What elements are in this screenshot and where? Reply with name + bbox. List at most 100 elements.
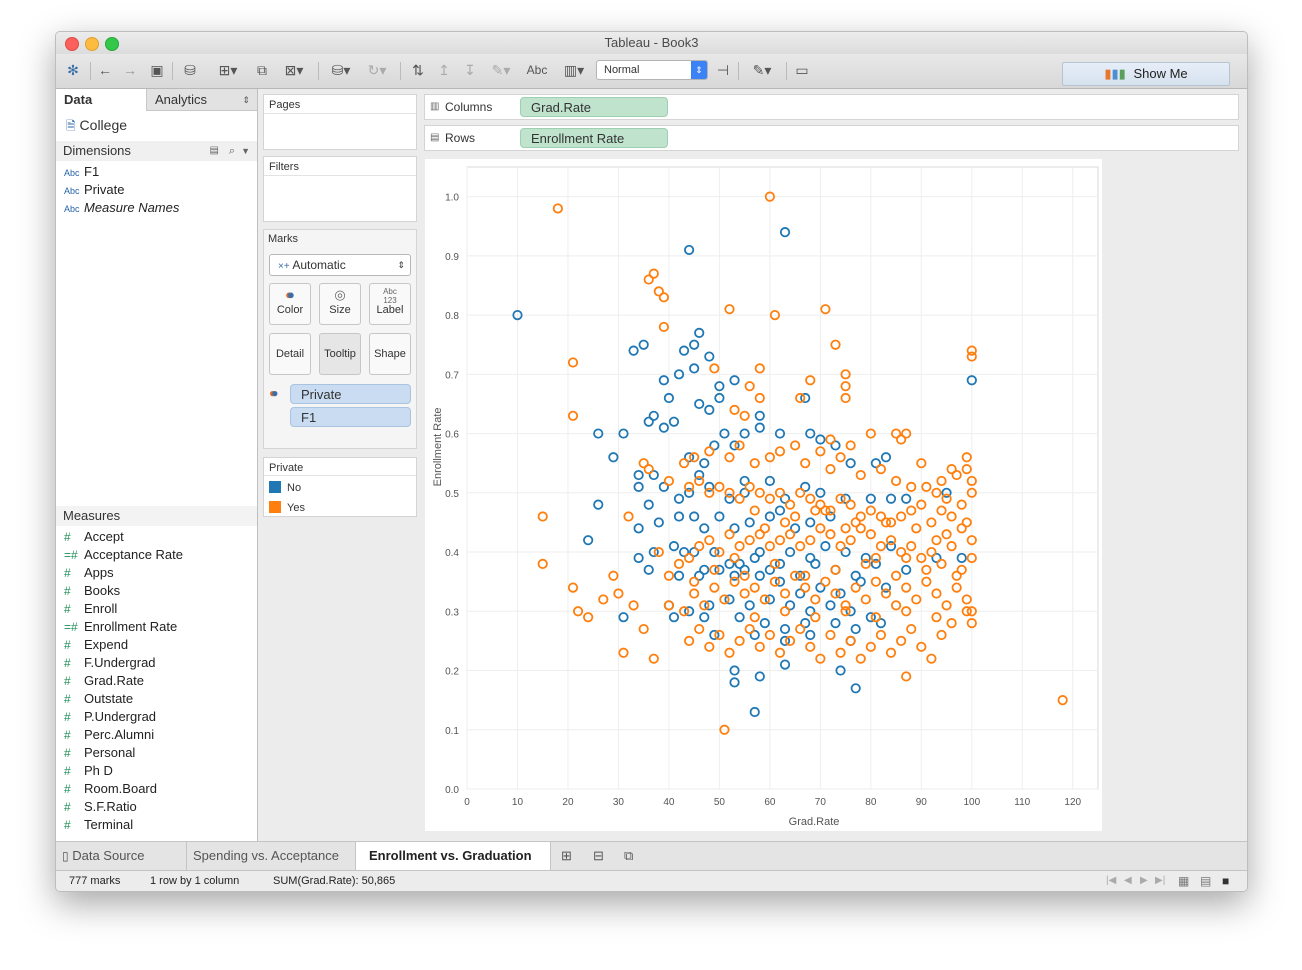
tabs-view-icon[interactable]: ■ xyxy=(1222,871,1229,891)
show-me-button[interactable]: ▮▮▮ Show Me xyxy=(1062,62,1230,86)
filters-card[interactable]: Filters xyxy=(263,156,417,222)
pane-menu-icon[interactable]: ⇕ xyxy=(242,89,250,111)
pause-updates-icon[interactable]: ⛁▾ xyxy=(326,60,356,80)
measure-field[interactable]: # Expend xyxy=(64,636,128,654)
filmstrip-icon[interactable]: ▤ xyxy=(1200,871,1211,891)
color-button[interactable]: ●● Color xyxy=(269,283,311,325)
save-icon[interactable]: ▣ xyxy=(148,60,166,80)
plot-area xyxy=(466,166,1099,790)
measure-field[interactable]: # Enroll xyxy=(64,600,117,618)
tab-enrollment-vs-graduation[interactable]: Enrollment vs. Graduation xyxy=(356,842,551,870)
calculated-measure-icon: =# xyxy=(64,620,78,634)
next-page-icon[interactable]: ▶ xyxy=(1140,871,1148,891)
rows-shelf[interactable]: ▤ Rows Enrollment Rate xyxy=(424,125,1239,151)
presentation-mode-icon[interactable]: ▭ xyxy=(792,60,812,80)
x-tick-label: 20 xyxy=(562,797,574,808)
tab-analytics[interactable]: Analytics ⇕ xyxy=(146,89,257,111)
measure-field[interactable]: # Grad.Rate xyxy=(64,672,144,690)
measure-field[interactable]: # Apps xyxy=(64,564,114,582)
tableau-logo-icon[interactable]: ✻ xyxy=(64,60,82,80)
measure-field[interactable]: # Perc.Alumni xyxy=(64,726,154,744)
enrollment-rate-pill[interactable]: Enrollment Rate xyxy=(520,128,668,148)
dimensions-header: Dimensions ▤ ⌕ ▼ xyxy=(56,141,257,161)
grad-rate-pill[interactable]: Grad.Rate xyxy=(520,97,668,117)
measure-field[interactable]: # Room.Board xyxy=(64,780,157,798)
visualization-area[interactable]: 0 10 20 30 40 50 60 70 80 90 100 110 120 0.0 0.1 0.2 0.3… xyxy=(425,159,1102,831)
redo-icon[interactable]: → xyxy=(121,60,139,80)
clear-sheet-icon[interactable]: ⊠▾ xyxy=(278,60,310,80)
last-page-icon[interactable]: ▶| xyxy=(1155,871,1165,891)
measure-field[interactable]: =# Acceptance Rate xyxy=(64,546,183,564)
tooltip-button[interactable]: Tooltip xyxy=(319,333,361,375)
f1-detail-pill[interactable]: F1 xyxy=(290,407,411,427)
mark-type-select[interactable]: ×+ Automatic ⇕ xyxy=(269,254,411,276)
scatter-chart[interactable]: 0 10 20 30 40 50 60 70 80 90 100 110 120 0.0 0.1 0.2 0.3… xyxy=(425,159,1102,831)
toolbar: ✻ ← → ▣ ⛁ ⊞▾ ⧉ ⊠▾ ⛁▾ ↻▾ ⇅ ↥ ↧ ✎▾ Abc ▥▾ … xyxy=(56,54,1247,89)
field-label: Apps xyxy=(84,565,114,580)
dimension-field-f1[interactable]: Abc F1 xyxy=(64,163,99,181)
dimension-field-private[interactable]: Abc Private xyxy=(64,181,124,199)
minimize-window-button[interactable] xyxy=(85,37,99,51)
measure-field[interactable]: # Personal xyxy=(64,744,135,762)
rows-columns-count: 1 row by 1 column xyxy=(150,875,240,887)
status-bar: 777 marks 1 row by 1 column SUM(Grad.Rat… xyxy=(56,870,1247,891)
f1-pill-label: F1 xyxy=(301,410,317,425)
dimension-field-measure-names[interactable]: Abc Measure Names xyxy=(64,199,179,217)
measure-field[interactable]: # P.Undergrad xyxy=(64,708,156,726)
measure-field[interactable]: =# Enrollment Rate xyxy=(64,618,177,636)
new-worksheet-icon[interactable]: ⊞▾ xyxy=(212,60,244,80)
new-datasource-icon[interactable]: ⛁ xyxy=(180,60,200,80)
search-icon[interactable]: ⌕ xyxy=(229,141,235,161)
measure-field[interactable]: # Accept xyxy=(64,528,124,546)
new-worksheet-tab-icon[interactable]: ⊞ xyxy=(561,842,572,870)
label-button[interactable]: Abc 123 Label xyxy=(369,283,411,325)
calculated-measure-icon: =# xyxy=(64,548,78,562)
tab-data[interactable]: Data xyxy=(56,89,146,111)
close-window-button[interactable] xyxy=(65,37,79,51)
fit-chart-icon[interactable]: ▥▾ xyxy=(558,60,590,80)
prev-page-icon[interactable]: ◀ xyxy=(1124,871,1132,891)
view-toggle-icon[interactable]: ▤ xyxy=(210,141,219,161)
tab-data-source[interactable]: ▯ Data Source xyxy=(56,842,187,870)
measure-field[interactable]: # F.Undergrad xyxy=(64,654,156,672)
sheet-sorter-icon[interactable]: ▦ xyxy=(1178,871,1189,891)
new-dashboard-tab-icon[interactable]: ⊟ xyxy=(593,842,604,870)
measure-field[interactable]: # Outstate xyxy=(64,690,133,708)
duplicate-sheet-icon[interactable]: ⧉ xyxy=(252,60,272,80)
show-labels-button[interactable]: Abc xyxy=(524,60,550,80)
highlight-icon[interactable]: ✎▾ xyxy=(484,60,518,80)
swap-axes-icon[interactable]: ⇅ xyxy=(408,60,428,80)
legend-item-yes[interactable]: Yes xyxy=(269,500,305,516)
fix-axes-icon[interactable]: ⊣ xyxy=(714,60,732,80)
format-pen-icon[interactable]: ✎▾ xyxy=(746,60,778,80)
new-story-tab-icon[interactable]: ⧉ xyxy=(624,842,633,870)
dimensions-menu-icon[interactable]: ▼ xyxy=(241,141,250,161)
detail-button[interactable]: Detail xyxy=(269,333,311,375)
field-label: Private xyxy=(84,182,125,197)
label-label: Label xyxy=(376,304,404,316)
measure-field[interactable]: # Terminal xyxy=(64,816,133,834)
columns-shelf[interactable]: ▥ Columns Grad.Rate xyxy=(424,94,1239,120)
legend-item-no[interactable]: No xyxy=(269,480,301,496)
measure-field[interactable]: # Books xyxy=(64,582,120,600)
size-button[interactable]: ◎ Size xyxy=(319,283,361,325)
y-tick-label: 0.2 xyxy=(445,667,459,678)
tab-spending-vs-acceptance[interactable]: Spending vs. Acceptance xyxy=(187,842,356,870)
detail-label: Detail xyxy=(275,348,305,360)
sort-ascending-icon[interactable]: ↥ xyxy=(434,60,454,80)
dimensions-label: Dimensions xyxy=(63,143,131,158)
refresh-icon[interactable]: ↻▾ xyxy=(362,60,392,80)
first-page-icon[interactable]: |◀ xyxy=(1106,871,1116,891)
x-tick-label: 120 xyxy=(1064,797,1081,808)
view-size-select[interactable]: Normal ⇕ xyxy=(596,60,708,80)
shape-button[interactable]: Shape xyxy=(369,333,411,375)
measure-field[interactable]: # Ph D xyxy=(64,762,113,780)
datasource-item[interactable]: 🗎 College xyxy=(66,115,127,135)
undo-icon[interactable]: ← xyxy=(96,60,114,80)
pages-card[interactable]: Pages xyxy=(263,94,417,150)
private-color-pill[interactable]: Private xyxy=(290,384,411,404)
select-arrows-icon: ⇕ xyxy=(397,260,405,270)
zoom-window-button[interactable] xyxy=(105,37,119,51)
measure-field[interactable]: # S.F.Ratio xyxy=(64,798,137,816)
sort-descending-icon[interactable]: ↧ xyxy=(460,60,480,80)
